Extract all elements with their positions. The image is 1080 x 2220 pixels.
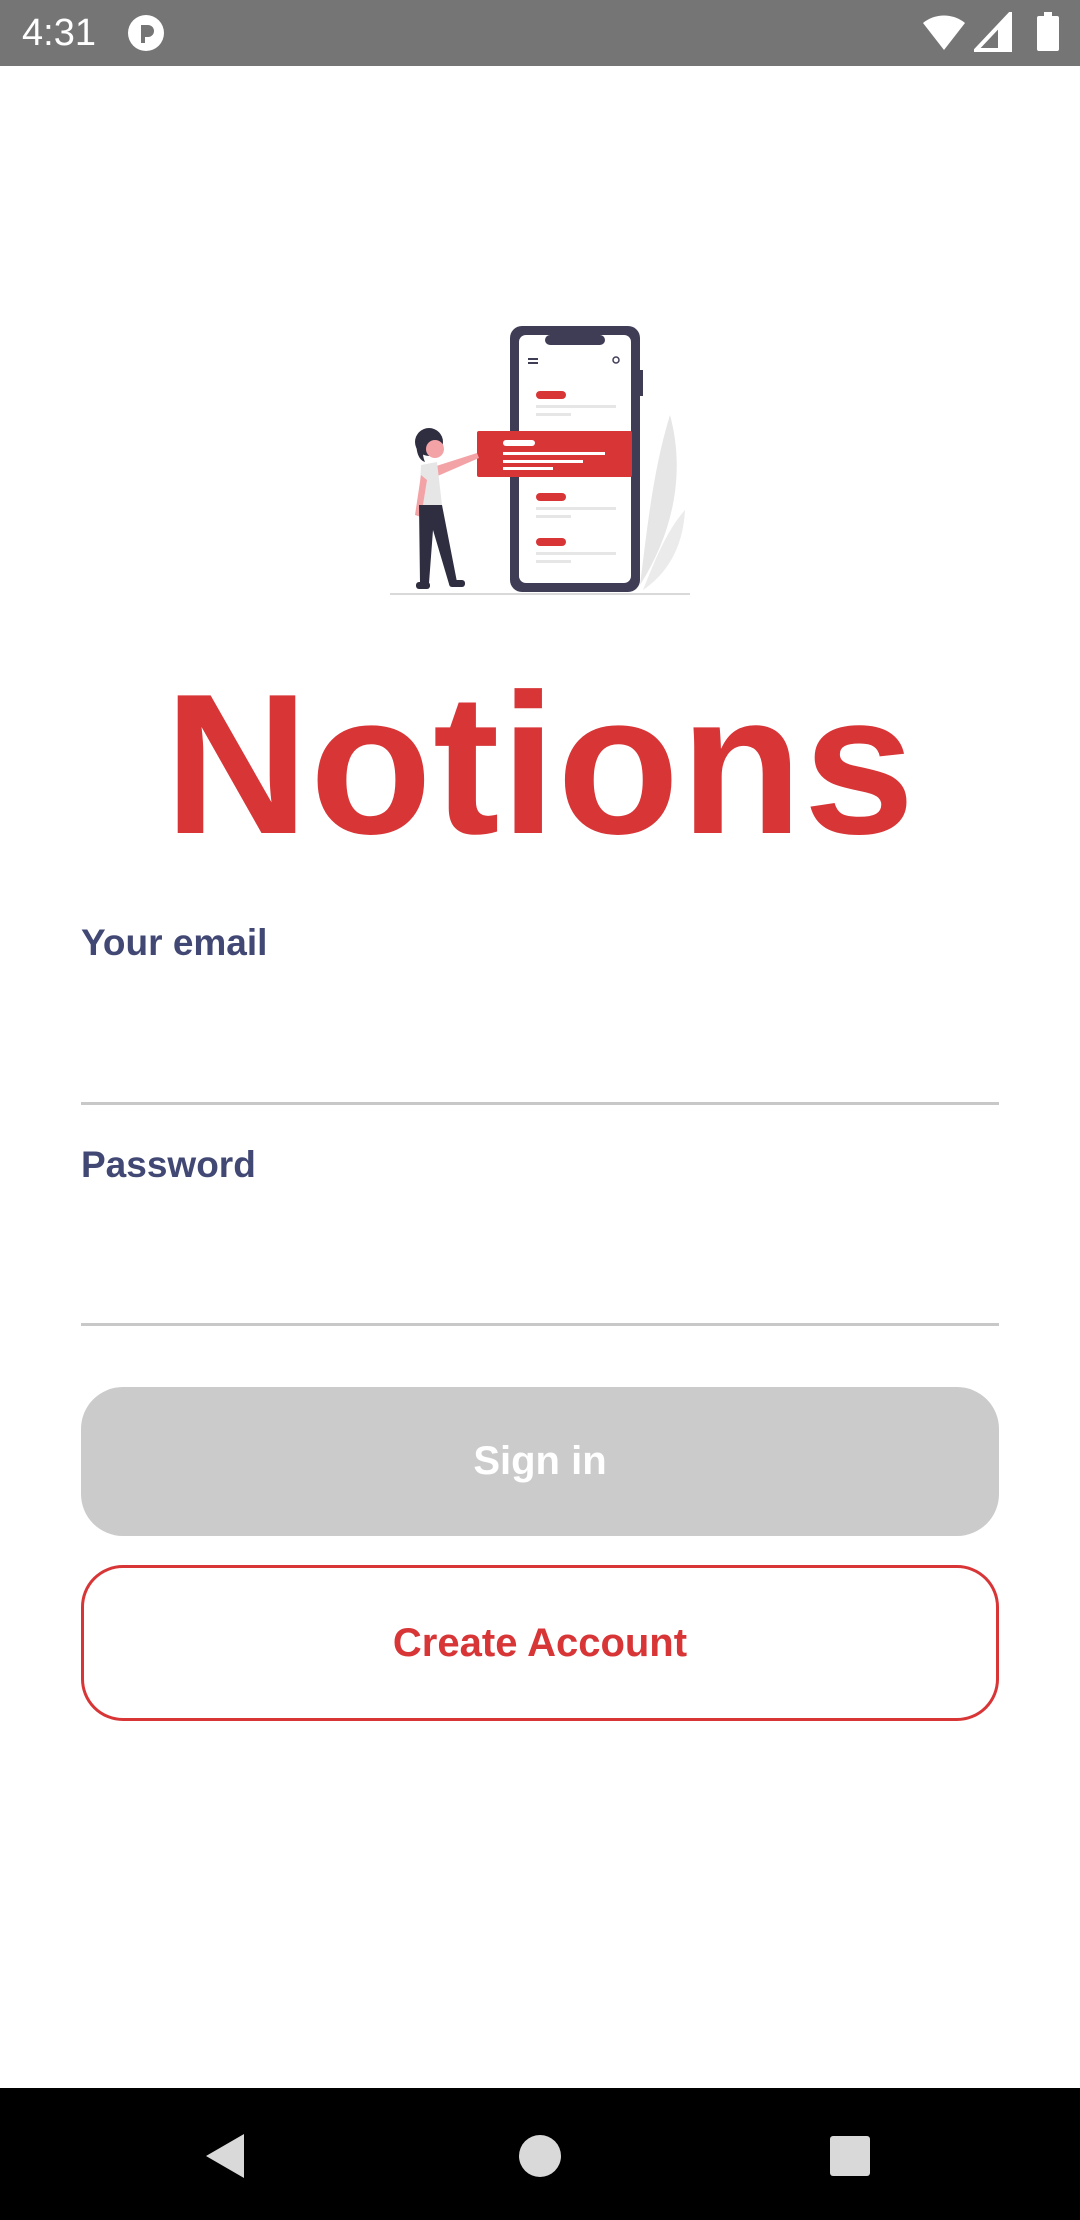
phone-notes-illustration-icon [390, 326, 690, 595]
navigation-bar [0, 2088, 1080, 2220]
home-icon[interactable] [510, 2126, 570, 2186]
app-title: Notions [164, 653, 916, 876]
status-bar: 4:31 [0, 0, 1080, 66]
password-field[interactable] [81, 1253, 999, 1326]
cellular-signal-icon [974, 12, 1012, 52]
wifi-icon [923, 15, 965, 50]
create-account-button[interactable]: Create Account [81, 1565, 999, 1721]
email-field[interactable] [81, 1032, 999, 1105]
app-notification-icon [128, 15, 164, 51]
battery-icon [1037, 12, 1059, 51]
recents-icon[interactable] [820, 2126, 880, 2186]
status-time: 4:31 [22, 12, 96, 54]
email-label: Your email [81, 922, 268, 963]
back-icon[interactable] [196, 2126, 256, 2186]
password-label: Password [81, 1144, 256, 1185]
login-screen: 4:31 Notions Your email Password Sign in… [0, 0, 1080, 2220]
sign-in-button[interactable]: Sign in [81, 1387, 999, 1536]
